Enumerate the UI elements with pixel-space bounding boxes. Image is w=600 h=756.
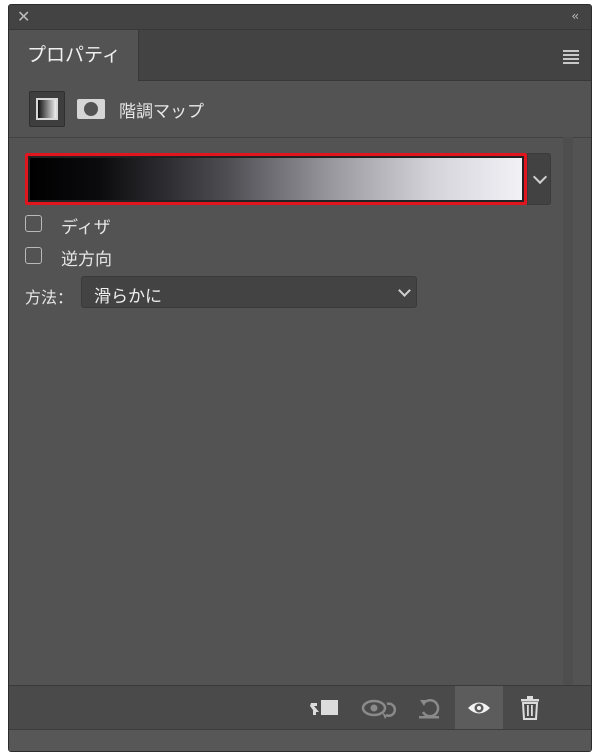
reset-icon[interactable] [413, 694, 445, 722]
adjustment-header: 階調マップ [9, 81, 591, 138]
chevron-down-icon [398, 284, 411, 297]
reverse-checkbox[interactable] [25, 247, 42, 264]
properties-panel: ✕ ‹‹ プロパティ 階調マップ ディザ 逆方向 方法： 滑らかに [8, 4, 592, 752]
visibility-eye-icon[interactable] [455, 686, 503, 730]
gradient-map-adjustment-icon[interactable] [29, 91, 65, 127]
gradient-preview-bar[interactable] [25, 153, 527, 205]
view-previous-state-icon[interactable] [359, 694, 399, 722]
dither-checkbox[interactable] [25, 215, 42, 232]
gradient-picker-dropdown[interactable] [527, 153, 551, 205]
gradient-fill [30, 158, 522, 200]
panel-titlebar: ✕ ‹‹ [9, 5, 591, 30]
method-label: 方法： [25, 288, 74, 307]
scrollbar-track[interactable] [563, 137, 573, 685]
tab-bar: プロパティ [9, 30, 591, 81]
clip-to-layer-icon[interactable] [305, 694, 345, 722]
tab-properties[interactable]: プロパティ [9, 30, 139, 81]
collapse-panel-icon[interactable]: ‹‹ [571, 9, 578, 23]
resize-footer[interactable] [9, 729, 591, 751]
method-select[interactable]: 滑らかに [81, 276, 417, 308]
reverse-label: 逆方向 [61, 250, 112, 270]
panel-menu-icon[interactable] [563, 50, 579, 66]
trash-icon[interactable] [515, 694, 545, 722]
close-icon[interactable]: ✕ [17, 7, 30, 26]
layer-mask-icon[interactable] [77, 99, 105, 119]
bottom-toolbar [9, 685, 591, 730]
chevron-down-icon [532, 169, 548, 185]
method-value: 滑らかに [94, 287, 162, 307]
adjustment-title: 階調マップ [119, 102, 204, 122]
dither-label: ディザ [61, 218, 111, 238]
